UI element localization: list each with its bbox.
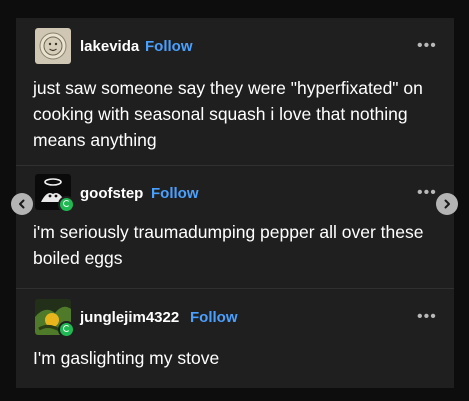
carousel-prev-button[interactable] [11,193,33,215]
follow-button[interactable]: Follow [151,185,199,202]
online-badge-icon [58,196,75,213]
post-text: I'm gaslighting my stove [33,348,220,368]
post-goofstep: goofstep Follow ••• i'm seriously trauma… [16,166,454,288]
chevron-left-icon [19,199,25,209]
online-badge-icon [58,321,75,338]
username[interactable]: goofstep [80,185,143,202]
avatar-lakevida[interactable] [35,28,71,64]
username[interactable]: junglejim4322 [80,309,179,326]
follow-button[interactable]: Follow [190,309,238,326]
post-junglejim4322: junglejim4322 Follow ••• I'm gaslighting… [16,289,454,388]
follow-button[interactable]: Follow [145,38,193,55]
chevron-right-icon [444,199,450,209]
post-text: just saw someone say they were "hyperfix… [33,78,423,150]
username[interactable]: lakevida [80,38,139,55]
carousel-next-button[interactable] [436,193,458,215]
more-options-icon[interactable]: ••• [417,185,437,201]
more-options-icon[interactable]: ••• [417,38,437,54]
more-options-icon[interactable]: ••• [417,309,437,325]
reblog-thread-card: lakevida Follow ••• just saw someone say… [16,18,454,388]
post-text: i'm seriously traumadumping pepper all o… [33,222,424,268]
post-lakevida: lakevida Follow ••• just saw someone say… [16,18,454,165]
